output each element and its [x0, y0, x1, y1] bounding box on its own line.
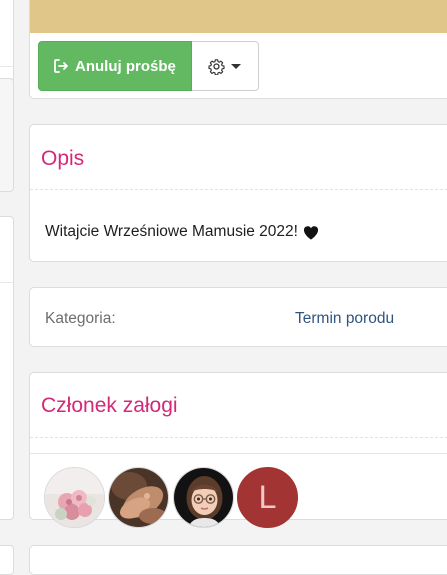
hands-avatar-icon — [109, 468, 168, 527]
category-card: Kategoria: Termin porodu — [29, 287, 447, 347]
left-divider — [0, 66, 14, 67]
chevron-down-icon — [231, 63, 242, 69]
left-divider — [0, 282, 14, 283]
cancel-request-button[interactable]: Anuluj prośbę — [38, 41, 192, 91]
action-buttons: Anuluj prośbę — [38, 41, 259, 91]
left-card — [0, 216, 14, 520]
description-text-row: Witajcie Wrześniowe Mamusie 2022! — [45, 223, 319, 241]
description-title: Opis — [41, 147, 85, 170]
left-card — [0, 545, 14, 575]
member-avatar-woman[interactable] — [173, 467, 234, 528]
description-text: Witajcie Wrześniowe Mamusie 2022! — [45, 223, 298, 240]
heart-icon — [303, 225, 319, 240]
category-label: Kategoria: — [45, 310, 116, 327]
next-card — [29, 545, 447, 575]
avatar-letter: L — [258, 479, 277, 515]
member-avatar-letter[interactable]: L — [237, 467, 298, 528]
settings-dropdown-button[interactable] — [191, 41, 259, 91]
cancel-request-label: Anuluj prośbę — [75, 57, 176, 75]
flowers-avatar-icon — [45, 468, 104, 527]
gear-icon — [208, 58, 225, 75]
category-link[interactable]: Termin porodu — [295, 310, 394, 328]
member-avatar-flowers[interactable] — [44, 467, 105, 528]
crew-card: Członek załogi L — [29, 372, 447, 528]
divider — [30, 437, 447, 438]
group-header-card: Anuluj prośbę — [29, 0, 447, 99]
member-avatar-hands[interactable] — [108, 467, 169, 528]
sign-out-icon — [53, 58, 69, 74]
left-card — [0, 78, 14, 192]
left-column — [0, 0, 16, 575]
woman-glasses-avatar-icon — [174, 468, 233, 527]
description-card: Opis Witajcie Wrześniowe Mamusie 2022! — [29, 124, 447, 262]
group-banner — [30, 0, 447, 33]
divider — [30, 189, 447, 190]
divider — [30, 453, 447, 454]
crew-title: Członek załogi — [41, 394, 178, 417]
